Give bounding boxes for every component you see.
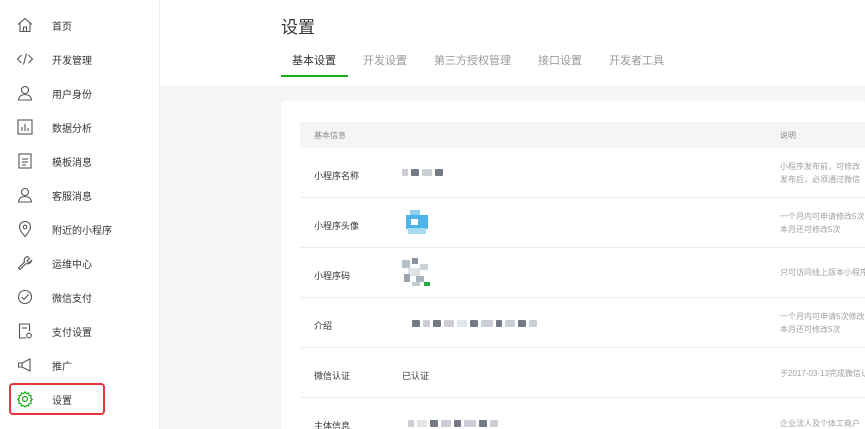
wrench-icon bbox=[16, 254, 34, 272]
table-row: 小程序名称 小程序发布前，可修改 发布后，必须通过微信 bbox=[300, 148, 865, 198]
table-row: 小程序头像 一个月内可申请修改5次 本月还可修改5次 bbox=[300, 198, 865, 248]
sidebar-item-label: 附近的小程序 bbox=[52, 225, 112, 237]
header-basic-info: 基本信息 bbox=[314, 131, 346, 140]
table-header: 基本信息 说明 bbox=[300, 122, 865, 148]
row-desc-name: 小程序发布前，可修改 发布后，必须通过微信 bbox=[780, 162, 860, 184]
sidebar-item-home[interactable]: 首页 bbox=[0, 8, 160, 42]
tab-basic-settings[interactable]: 基本设置 bbox=[281, 46, 348, 77]
row-label-verification: 微信认证 bbox=[314, 371, 351, 381]
sidebar-item-label: 数据分析 bbox=[52, 123, 92, 135]
intro-value-blurred bbox=[412, 320, 537, 327]
sidebar-item-promotion[interactable]: 推广 bbox=[0, 348, 160, 382]
sidebar-item-label: 设置 bbox=[52, 395, 72, 407]
sidebar-item-label: 微信支付 bbox=[52, 293, 92, 305]
table-row: 主体信息 企业法人及个体工商户 bbox=[300, 398, 865, 429]
sidebar-item-nearby-miniprograms[interactable]: 附近的小程序 bbox=[0, 212, 160, 246]
row-desc-entity: 企业法人及个体工商户 bbox=[780, 419, 860, 428]
payment-settings-icon bbox=[16, 322, 34, 340]
gear-icon bbox=[16, 390, 34, 408]
sidebar-item-label: 客服消息 bbox=[52, 191, 92, 203]
page-header: 设置 基本设置 开发设置 第三方授权管理 接口设置 开发者工具 bbox=[160, 0, 865, 86]
sidebar-item-label: 用户身份 bbox=[52, 89, 92, 101]
tab-dev-settings[interactable]: 开发设置 bbox=[351, 46, 419, 76]
row-label-qrcode: 小程序码 bbox=[314, 271, 351, 281]
sidebar-item-data-analysis[interactable]: 数据分析 bbox=[0, 110, 160, 144]
home-icon bbox=[16, 16, 34, 34]
table-row: 小程序码 只可访问线上版本小程序 bbox=[300, 248, 865, 298]
name-value-blurred bbox=[402, 169, 443, 176]
qrcode-image[interactable] bbox=[400, 256, 432, 288]
tab-bar: 基本设置 开发设置 第三方授权管理 接口设置 开发者工具 bbox=[281, 46, 679, 78]
payment-icon bbox=[16, 288, 34, 306]
tab-developer-tools[interactable]: 开发者工具 bbox=[597, 46, 676, 76]
header-description: 说明 bbox=[780, 131, 796, 140]
sidebar-item-customer-service[interactable]: 客服消息 bbox=[0, 178, 160, 212]
row-label-intro: 介绍 bbox=[314, 321, 333, 331]
sidebar-item-settings[interactable]: 设置 bbox=[0, 382, 160, 416]
location-icon bbox=[16, 220, 34, 238]
row-desc-qrcode: 只可访问线上版本小程序 bbox=[780, 268, 865, 277]
sidebar-item-payment-settings[interactable]: 支付设置 bbox=[0, 314, 160, 348]
tab-api-settings[interactable]: 接口设置 bbox=[526, 46, 594, 76]
avatar-image bbox=[406, 210, 428, 234]
sidebar-item-wechat-pay[interactable]: 微信支付 bbox=[0, 280, 160, 314]
row-desc-intro: 一个月内可申请5次修改 本月还可修改5次 bbox=[780, 312, 865, 334]
table-row: 微信认证 已认证 于2017-03-13完成微信认证 bbox=[300, 348, 865, 398]
user-icon bbox=[16, 84, 34, 102]
row-desc-verification: 于2017-03-13完成微信认证 bbox=[780, 369, 865, 378]
code-icon bbox=[16, 50, 34, 68]
megaphone-icon bbox=[16, 356, 34, 374]
sidebar-item-label: 推广 bbox=[52, 361, 72, 373]
settings-card: 基本信息 说明 小程序名称 小程序发布前，可修改 发布后，必须通过微信 小程序头… bbox=[281, 101, 865, 429]
tab-third-party-auth[interactable]: 第三方授权管理 bbox=[422, 46, 523, 76]
row-desc-avatar: 一个月内可申请修改5次 本月还可修改5次 bbox=[780, 212, 865, 234]
row-label-avatar: 小程序头像 bbox=[314, 221, 360, 231]
sidebar-item-label: 运维中心 bbox=[52, 259, 92, 271]
service-icon bbox=[16, 186, 34, 204]
row-label-entity: 主体信息 bbox=[314, 421, 351, 429]
sidebar-item-label: 模板消息 bbox=[52, 157, 92, 169]
sidebar-item-template-messages[interactable]: 模板消息 bbox=[0, 144, 160, 178]
sidebar-item-ops-center[interactable]: 运维中心 bbox=[0, 246, 160, 280]
entity-value-blurred bbox=[408, 420, 498, 427]
sidebar-item-label: 开发管理 bbox=[52, 55, 92, 67]
sidebar-item-label: 支付设置 bbox=[52, 327, 92, 339]
sidebar-item-dev-management[interactable]: 开发管理 bbox=[0, 42, 160, 76]
main-content: 设置 基本设置 开发设置 第三方授权管理 接口设置 开发者工具 基本信息 说明 … bbox=[160, 0, 865, 429]
document-icon bbox=[16, 152, 34, 170]
sidebar: 首页 开发管理 用户身份 数据分析 模板消息 客服消息 附近的小程序 运维中心 … bbox=[0, 0, 160, 429]
sidebar-item-user-identity[interactable]: 用户身份 bbox=[0, 76, 160, 110]
sidebar-item-label: 首页 bbox=[52, 21, 72, 33]
row-label-name: 小程序名称 bbox=[314, 171, 360, 181]
chart-icon bbox=[16, 118, 34, 136]
page-title: 设置 bbox=[281, 18, 315, 37]
verification-status: 已认证 bbox=[402, 371, 430, 381]
table-row: 介绍 一个月内可申请5次修改 本月还可修改5次 bbox=[300, 298, 865, 348]
